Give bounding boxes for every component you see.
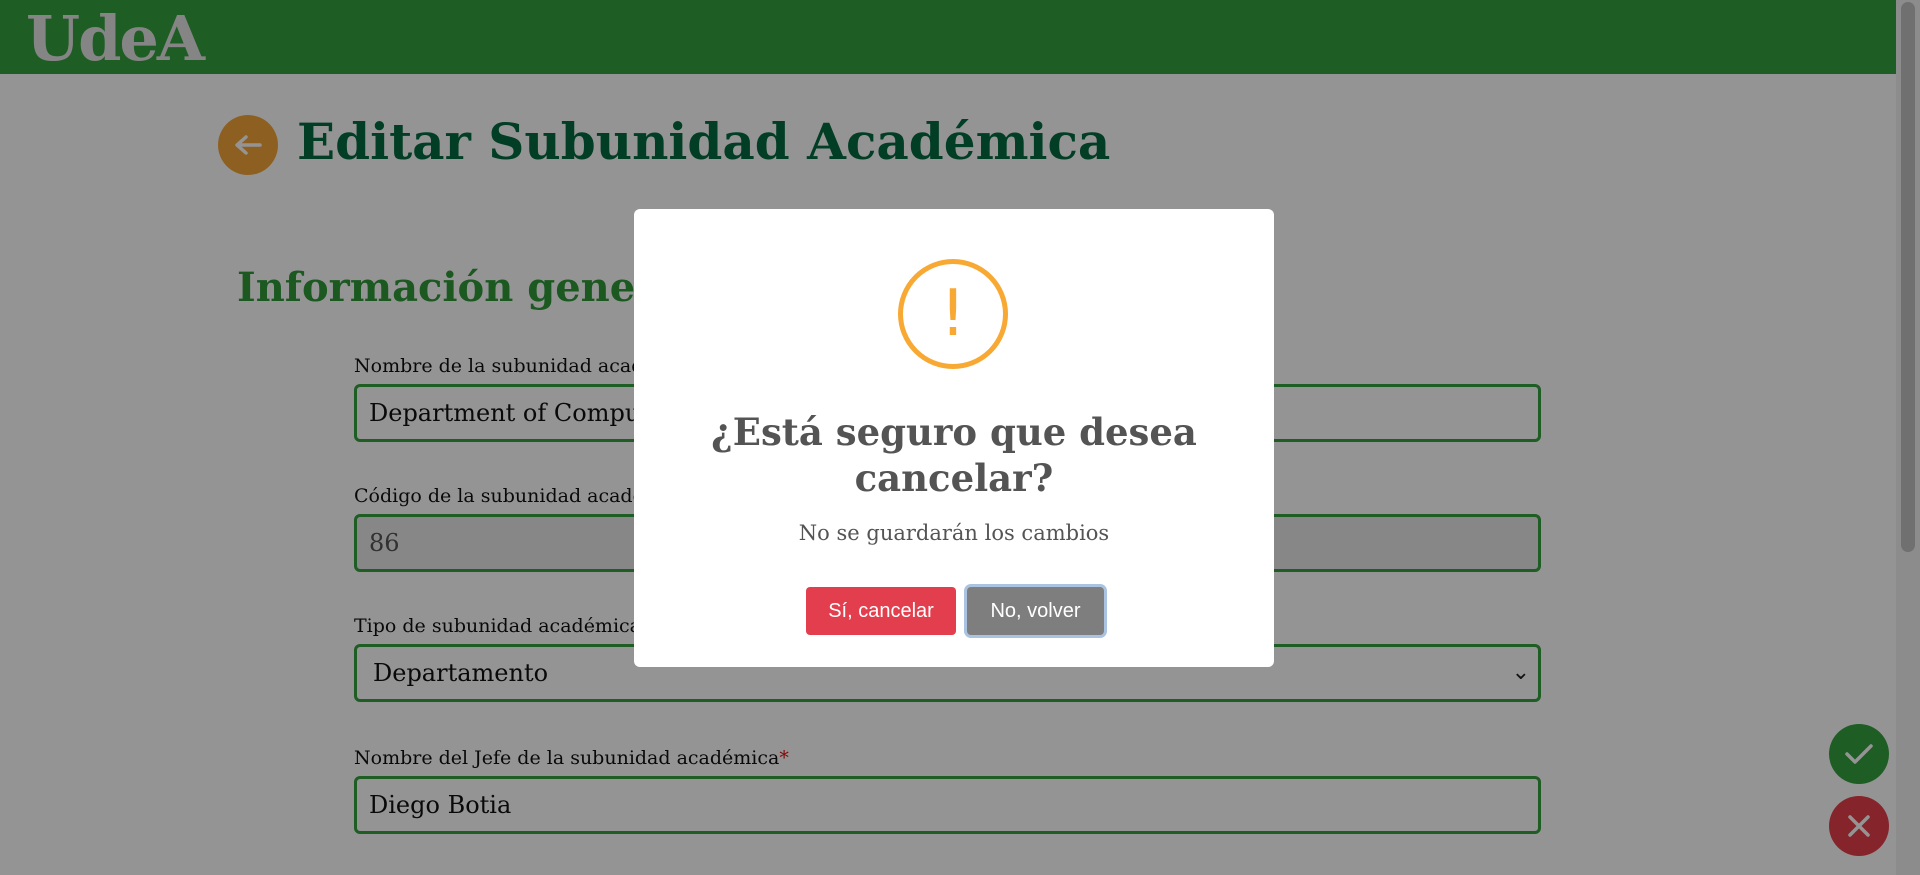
dialog-title: ¿Está seguro que desea cancelar?: [711, 410, 1197, 500]
warning-icon: !: [898, 259, 1008, 369]
confirm-cancel-button[interactable]: Sí, cancelar: [806, 587, 956, 635]
exclamation-icon: !: [940, 277, 966, 351]
dialog-message: No se guardarán los cambios: [798, 521, 1110, 545]
confirm-dialog: ! ¿Está seguro que desea cancelar? No se…: [634, 209, 1274, 667]
go-back-button[interactable]: No, volver: [967, 587, 1104, 635]
